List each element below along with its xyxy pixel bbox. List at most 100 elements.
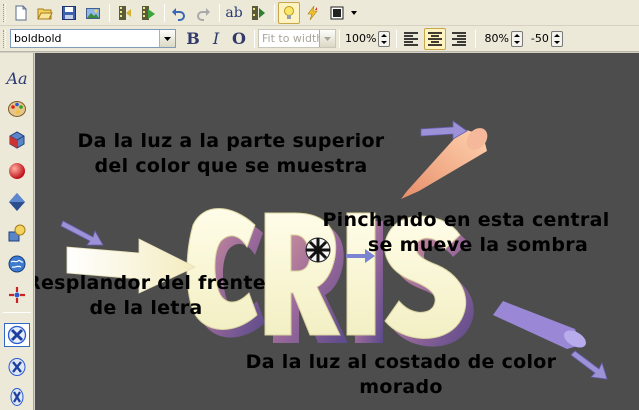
rotate-x-tool-button-3[interactable] (4, 385, 30, 409)
spin-down-icon[interactable] (381, 40, 388, 44)
annotation-front-glow: Resplandor del frente de la letra (35, 271, 287, 321)
top-light-cone (401, 128, 488, 199)
preview-play-button[interactable] (247, 2, 269, 24)
annotation-top-light-line1: Da la luz a la parte superior (77, 130, 385, 152)
spin-down-icon[interactable] (513, 40, 520, 44)
align-center-button[interactable] (424, 27, 447, 50)
3d-cube-icon (9, 131, 25, 149)
offset-value: -50 (530, 32, 549, 45)
spacing-spinner[interactable] (510, 30, 523, 47)
panel-separator (3, 312, 31, 313)
lighting-effect-button[interactable] (302, 2, 324, 24)
spell-check-button[interactable]: ab (223, 2, 245, 24)
film-clip-button[interactable] (113, 2, 135, 24)
align-right-button[interactable] (448, 28, 470, 50)
spacing-value: 80% (484, 32, 509, 45)
chevron-down-icon (324, 36, 331, 41)
toolbar-separator (396, 29, 398, 48)
font-select[interactable]: boldbold (10, 29, 176, 48)
window-size-button[interactable] (326, 2, 348, 24)
fit-mode-select[interactable]: Fit to width (258, 29, 336, 48)
text-tool-button[interactable]: Aa (4, 66, 30, 90)
open-folder-button[interactable] (34, 2, 56, 24)
animate-tool-button[interactable] (4, 283, 30, 307)
left-light-arrow (60, 220, 104, 246)
preview-canvas[interactable]: Da la luz a la parte superior del color … (35, 53, 639, 410)
toolbar-separator (164, 3, 165, 22)
italic-button[interactable]: I (205, 28, 227, 50)
shapes-tool-button[interactable] (4, 221, 30, 245)
chevron-down-icon (164, 36, 171, 41)
rotate-x-tool-button[interactable] (4, 323, 30, 347)
fit-mode-dropdown-arrow[interactable] (319, 30, 335, 47)
sphere-icon (9, 163, 25, 179)
window-size-dropdown[interactable] (350, 2, 358, 24)
palette-icon (8, 101, 26, 117)
annotation-front-glow-line2: de la letra (89, 297, 203, 319)
preview-play-icon (252, 5, 265, 20)
font-scale-spinner[interactable] (378, 30, 391, 47)
film-play-button[interactable] (137, 2, 159, 24)
extrude-tool-button[interactable] (4, 128, 30, 152)
font-scale-value: 100% (345, 32, 377, 45)
new-document-button[interactable] (10, 2, 32, 24)
toolbar-grip[interactable] (3, 29, 6, 48)
diamond-icon (9, 193, 25, 211)
rotate-x-icon (7, 325, 27, 345)
toolbar-separator (339, 29, 340, 48)
spin-up-icon[interactable] (513, 33, 520, 37)
undo-button[interactable] (168, 2, 190, 24)
annotation-top-light: Da la luz a la parte superior del color … (71, 129, 391, 179)
annotation-top-light-line2: del color que se muestra (94, 155, 368, 177)
tool-panel: Aa (0, 53, 34, 410)
export-image-button[interactable] (82, 2, 104, 24)
globe-tool-button[interactable] (4, 252, 30, 276)
annotation-side-light-line1: Da la luz al costado de color (245, 351, 557, 373)
window-icon (330, 6, 344, 19)
bevel-tool-button[interactable] (4, 190, 30, 214)
fit-mode-value: Fit to width (262, 32, 319, 45)
align-left-button[interactable] (400, 28, 422, 50)
color-tool-button[interactable] (4, 97, 30, 121)
font-name-value: boldbold (14, 32, 62, 45)
align-left-icon (404, 31, 419, 46)
light-button[interactable] (278, 1, 300, 24)
toolbar-separator (219, 3, 220, 22)
align-right-icon (452, 31, 467, 46)
rotate-x-icon (10, 388, 24, 406)
annotation-center-shadow-line1: Pinchando en esta central (322, 209, 610, 231)
rotate-x-tool-button-2[interactable] (4, 355, 30, 379)
font-dropdown-arrow[interactable] (159, 30, 175, 47)
globe-icon (8, 255, 26, 273)
annotation-side-light-line2: morado (359, 376, 443, 398)
toolbar-separator (254, 29, 255, 48)
export-image-icon (86, 7, 100, 19)
annotation-center-shadow: Pinchando en esta central se mueve la so… (297, 208, 635, 258)
material-tool-button[interactable] (4, 159, 30, 183)
rotate-x-icon (8, 358, 26, 376)
redo-button[interactable] (192, 2, 214, 24)
lightning-icon (307, 5, 318, 20)
format-toolbar: boldbold B I O Fit to width 100% 80% -50 (0, 26, 639, 52)
align-center-icon (428, 31, 443, 46)
toolbar-separator (274, 3, 275, 22)
bold-button[interactable]: B (182, 28, 204, 50)
offset-spinner[interactable] (550, 30, 563, 47)
new-document-icon (15, 5, 27, 20)
shapes-icon (8, 224, 26, 242)
undo-icon (172, 7, 185, 21)
spin-up-icon[interactable] (553, 33, 560, 37)
spell-check-icon: ab (225, 4, 243, 21)
outline-button[interactable]: O (228, 28, 250, 50)
toolbar-separator (109, 3, 110, 22)
annotation-side-light: Da la luz al costado de color morado (221, 350, 581, 400)
side-light-cone (493, 301, 586, 349)
save-button[interactable] (58, 2, 80, 24)
spin-down-icon[interactable] (553, 40, 560, 44)
redo-icon (197, 7, 210, 21)
text-aa-icon: Aa (6, 68, 28, 88)
toolbar-grip[interactable] (3, 3, 6, 22)
light-bulb-icon (284, 5, 294, 19)
film-clip-icon (119, 5, 131, 20)
spin-up-icon[interactable] (381, 33, 388, 37)
